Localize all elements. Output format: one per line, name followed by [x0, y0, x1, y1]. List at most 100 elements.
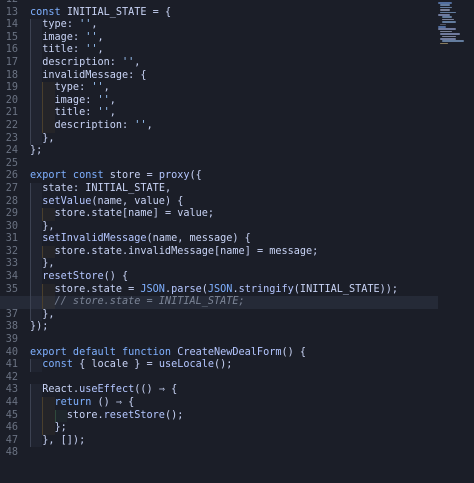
code-line[interactable]: [30, 334, 434, 347]
code-line[interactable]: React.useEffect(() ⇒ {: [30, 384, 434, 397]
line-number: 14: [5, 19, 18, 31]
code-token: image: [30, 94, 86, 106]
minimap-line: [440, 38, 456, 40]
code-line[interactable]: [30, 447, 434, 460]
code-line[interactable]: invalidMessage: {: [30, 69, 434, 83]
comment-token: // store.state = INITIAL_STATE;: [30, 296, 245, 308]
code-line[interactable]: [30, 372, 434, 385]
code-line[interactable]: state: INITIAL_STATE,: [30, 182, 434, 196]
minimap-line: [438, 28, 456, 30]
code-line[interactable]: }, []);: [30, 434, 434, 448]
minimap-line: [438, 26, 446, 28]
code-token: ();: [214, 359, 233, 371]
code-area[interactable]: const INITIAL_STATE = { type: '', image:…: [0, 0, 438, 460]
code-token: '': [85, 44, 98, 56]
minimap-line: [442, 18, 454, 21]
code-line[interactable]: export const store = proxy({: [30, 170, 434, 183]
code-token: : {: [128, 69, 147, 81]
line-number: 38: [5, 321, 18, 333]
code-line[interactable]: },: [30, 258, 434, 272]
code-token: description: [30, 119, 123, 131]
code-token: store: [30, 283, 86, 295]
line-number: 17: [5, 56, 18, 68]
code-editor[interactable]: 1213141516171819202122232425262728293031…: [0, 0, 474, 483]
code-token: (name, message) {: [146, 233, 251, 245]
code-line[interactable]: type: '',: [30, 19, 434, 32]
code-line[interactable]: resetStore() {: [30, 271, 434, 284]
code-token: const: [30, 359, 80, 371]
code-line[interactable]: image: '',: [30, 31, 434, 45]
code-token: invalidMessage: [30, 69, 129, 81]
code-token: :: [85, 94, 98, 106]
line-number: 15: [5, 31, 18, 43]
line-number: 12: [0, 0, 18, 7]
code-token: state: [30, 182, 73, 194]
code-token: ,: [109, 94, 116, 106]
code-token: name: [220, 245, 245, 257]
code-line[interactable]: store.state[name] = value;: [30, 208, 434, 221]
line-number: 45: [5, 409, 18, 421]
code-token: ,: [103, 82, 110, 94]
code-token: proxy: [158, 170, 190, 182]
code-line[interactable]: title: '',: [30, 44, 434, 57]
code-line[interactable]: store.state = JSON.parse(JSON.stringify(…: [30, 283, 434, 297]
code-token: ] = message;: [244, 245, 319, 257]
code-line[interactable]: const INITIAL_STATE = {: [30, 7, 434, 20]
code-token: .: [232, 283, 239, 295]
minimap-line: [440, 11, 456, 14]
line-number: 31: [5, 233, 18, 245]
code-token: },: [30, 258, 55, 270]
line-number: 39: [5, 334, 18, 346]
code-line[interactable]: [30, 0, 434, 7]
code-line[interactable]: store.resetStore();: [30, 409, 434, 423]
code-line[interactable]: const { locale } = useLocale();: [30, 359, 434, 372]
code-line[interactable]: },: [30, 132, 434, 146]
minimap-line: [438, 14, 450, 16]
code-token: :: [122, 119, 135, 131]
code-line[interactable]: };: [30, 145, 434, 158]
line-number: 28: [5, 195, 18, 207]
code-token: .: [97, 409, 104, 421]
code-line[interactable]: image: '',: [30, 94, 434, 108]
line-number-gutter[interactable]: 1213141516171819202122232425262728293031…: [0, 0, 18, 460]
code-line[interactable]: [30, 158, 434, 171]
line-number: 19: [5, 82, 18, 94]
code-token: (INITIAL_STATE));: [293, 283, 399, 295]
code-token: :: [66, 19, 80, 31]
code-token: '': [97, 107, 110, 119]
code-line[interactable]: };: [30, 422, 434, 435]
code-line[interactable]: type: '',: [30, 82, 434, 95]
code-line[interactable]: // store.state = INITIAL_STATE;: [0, 296, 438, 309]
code-line[interactable]: },: [30, 220, 434, 234]
code-line[interactable]: setInvalidMessage(name, message) {: [30, 233, 434, 246]
code-line[interactable]: });: [30, 321, 434, 334]
code-token: :: [109, 56, 123, 68]
minimap-line: [440, 23, 446, 26]
code-token: .state.invalidMessage[: [85, 245, 221, 257]
minimap-line: [440, 42, 448, 45]
code-line[interactable]: export default function CreateNewDealFor…: [30, 347, 434, 360]
code-token: :: [85, 107, 98, 119]
code-line[interactable]: title: '',: [30, 107, 434, 120]
code-token: () ⇒ {: [97, 397, 135, 408]
code-token: '': [79, 19, 92, 31]
code-token: ,: [91, 19, 98, 31]
minimap[interactable]: [434, 0, 474, 483]
code-token: resetStore: [103, 409, 165, 421]
code-line[interactable]: return () ⇒ {: [30, 397, 434, 410]
code-token: resetStore: [30, 271, 104, 283]
code-line[interactable]: description: '',: [30, 56, 434, 70]
code-token: });: [30, 321, 49, 333]
minimap-line: [440, 4, 450, 6]
line-number: 44: [5, 397, 18, 408]
code-line[interactable]: description: '',: [30, 119, 434, 133]
line-number: 43: [5, 384, 18, 396]
code-token: store: [30, 245, 86, 257]
code-token: () {: [281, 346, 307, 358]
code-line[interactable]: store.state.invalidMessage[name] = messa…: [30, 245, 434, 259]
code-line[interactable]: setValue(name, value) {: [30, 195, 434, 209]
line-number: 26: [5, 170, 18, 182]
code-token: ,: [146, 119, 153, 131]
code-token: },: [30, 308, 55, 320]
code-line[interactable]: },: [30, 308, 434, 322]
